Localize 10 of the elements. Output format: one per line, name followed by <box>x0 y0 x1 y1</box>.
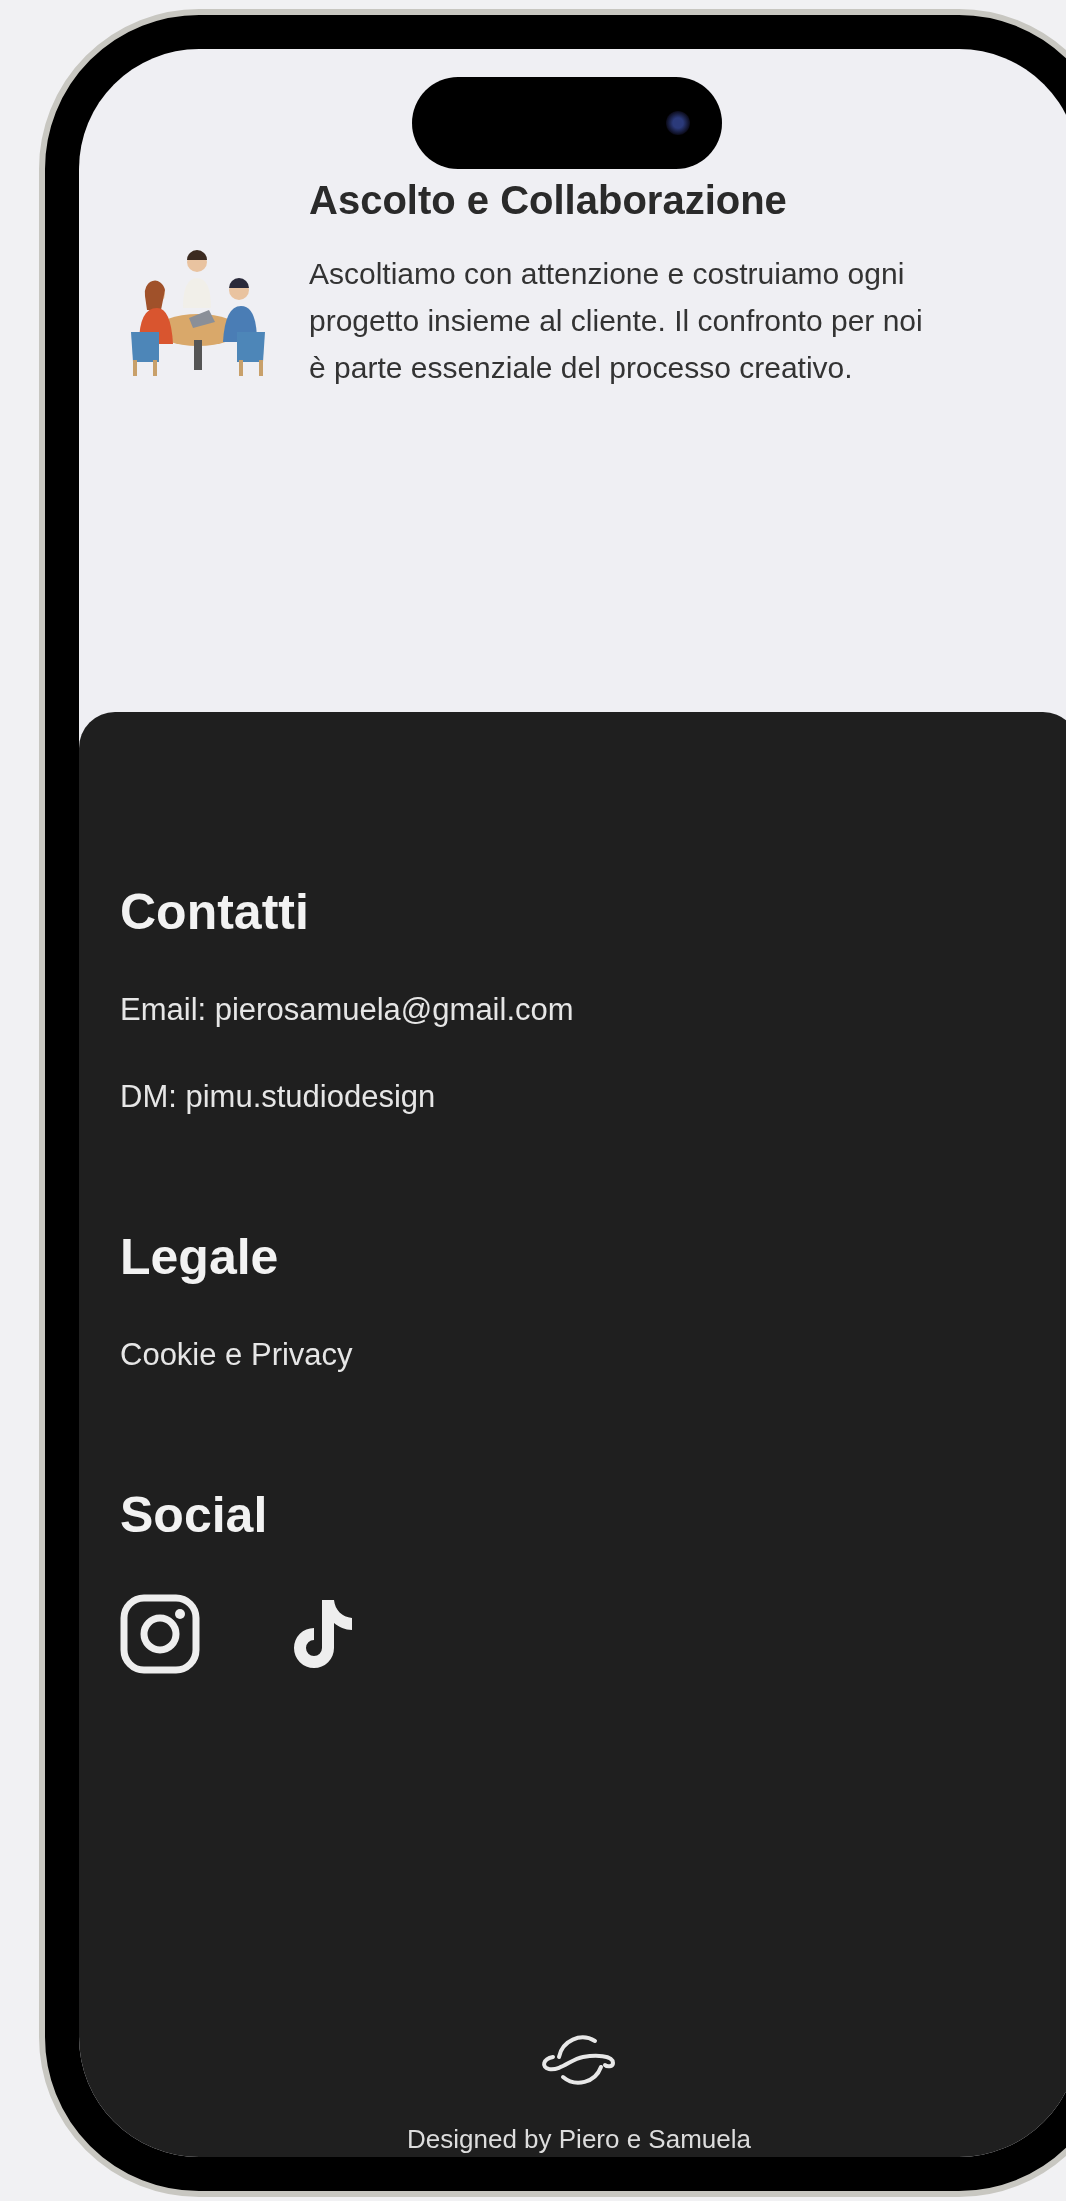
camera-icon[interactable] <box>120 1594 200 1674</box>
credit-text: Designed by Piero e Samuela <box>407 2123 751 2156</box>
footer-link[interactable]: Email: pierosamuela@gmail.com <box>120 990 574 1030</box>
footer-heading: Legale <box>120 1228 279 1287</box>
footer-heading: Social <box>120 1486 268 1545</box>
footer-heading: Contatti <box>120 883 309 942</box>
footer-link[interactable]: DM: pimu.studiodesign <box>120 1077 436 1117</box>
section-description: Ascoltiamo con attenzione e costruiamo ogni progetto insieme al cliente. Il confronto per noi è parte essenziale del processo creativo. <box>309 256 924 386</box>
footer-link[interactable]: Cookie e Privacy <box>120 1335 353 1375</box>
section-title: Ascolto e Collaborazione <box>309 177 788 224</box>
